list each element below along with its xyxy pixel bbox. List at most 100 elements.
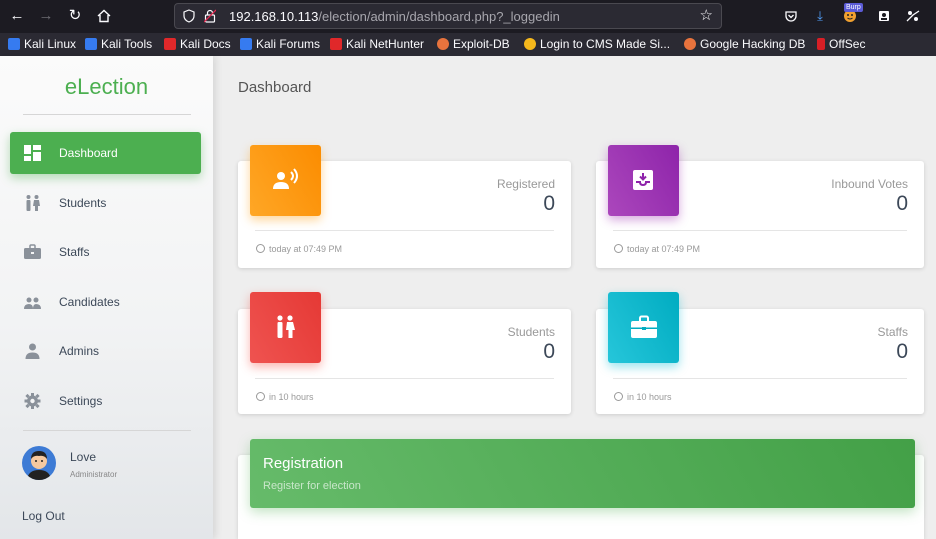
- page-title: Dashboard: [238, 79, 312, 96]
- kali-tools-icon: [85, 38, 97, 50]
- bookmark-exploit-db[interactable]: Exploit-DB: [437, 37, 510, 52]
- bookmark-google-hacking-db[interactable]: Google Hacking DB: [684, 37, 805, 52]
- divider: [255, 230, 554, 231]
- extensions-puzzle-icon[interactable]: [904, 7, 922, 25]
- card-footer: today at 07:49 PM: [256, 244, 342, 254]
- sidebar-item-label: Admins: [59, 344, 100, 358]
- sidebar-item-admins[interactable]: Admins: [10, 330, 201, 372]
- user-name[interactable]: Love: [70, 450, 96, 464]
- sidebar-item-settings[interactable]: Settings: [10, 380, 201, 422]
- url-host: 192.168.10.113: [229, 9, 319, 24]
- user-role: Administrator: [70, 470, 118, 479]
- burp-badge: Burp: [844, 3, 863, 12]
- bookmark-label: Kali NetHunter: [346, 37, 425, 51]
- card-value: 0: [896, 192, 908, 215]
- brand-logo[interactable]: eLection: [0, 74, 213, 100]
- card-category: Staffs: [877, 325, 908, 339]
- cms-made-simple-icon: [524, 38, 536, 50]
- sidebar-item-staffs[interactable]: Staffs: [10, 231, 201, 273]
- shield-icon[interactable]: [183, 7, 195, 28]
- registration-title: Registration: [263, 455, 344, 472]
- card-footer-text: today at 07:49 PM: [627, 244, 701, 254]
- avatar[interactable]: [22, 446, 56, 480]
- divider: [613, 378, 907, 379]
- sidebar-item-label: Staffs: [59, 245, 90, 259]
- card-category: Students: [507, 325, 555, 339]
- record-voice-icon: [250, 145, 321, 216]
- kali-forums-icon: [240, 38, 252, 50]
- card-footer-text: in 10 hours: [269, 392, 314, 402]
- inbox-icon: [608, 145, 679, 216]
- divider: [613, 230, 907, 231]
- extension-icon[interactable]: [875, 7, 893, 25]
- bookmark-cms-made-simple[interactable]: Login to CMS Made Si...: [524, 37, 670, 52]
- dashboard-icon: [24, 145, 41, 161]
- ghdb-icon: [684, 38, 696, 50]
- card-footer: in 10 hours: [614, 392, 672, 402]
- divider: [255, 378, 554, 379]
- sidebar-item-dashboard[interactable]: Dashboard: [10, 132, 201, 174]
- card-value: 0: [543, 192, 555, 215]
- url-text[interactable]: 192.168.10.113/election/admin/dashboard.…: [229, 9, 560, 24]
- sidebar-item-label: Dashboard: [59, 146, 118, 160]
- bookmark-kali-linux[interactable]: Kali Linux: [8, 37, 76, 52]
- bookmark-kali-tools[interactable]: Kali Tools: [85, 37, 152, 52]
- person-icon: [25, 343, 40, 359]
- card-category: Inbound Votes: [831, 177, 908, 191]
- bookmark-label: Kali Forums: [256, 37, 321, 51]
- clock-icon: [614, 392, 623, 401]
- clock-icon: [614, 244, 623, 253]
- bookmark-label: Kali Tools: [101, 37, 153, 51]
- sidebar-item-label: Students: [59, 196, 107, 210]
- reload-icon[interactable]: ↻: [64, 6, 86, 26]
- exploit-db-icon: [437, 38, 449, 50]
- bookmark-star-icon[interactable]: ☆: [700, 7, 713, 25]
- nethunter-icon: [330, 38, 342, 50]
- bookmark-label: Kali Docs: [180, 37, 231, 51]
- briefcase-icon: [24, 244, 41, 259]
- students-icon: [26, 195, 40, 211]
- forward-icon[interactable]: →: [35, 6, 57, 26]
- home-icon[interactable]: [93, 6, 115, 26]
- back-icon[interactable]: ←: [6, 6, 28, 26]
- bookmark-label: Google Hacking DB: [700, 37, 806, 51]
- sidebar-item-students[interactable]: Students: [10, 182, 201, 224]
- offsec-icon: [817, 38, 825, 50]
- sidebar-item-label: Candidates: [59, 295, 120, 309]
- url-path: /election/admin/dashboard.php?_loggedin: [318, 9, 560, 24]
- registration-subtitle: Register for election: [263, 480, 361, 492]
- card-category: Registered: [496, 177, 555, 191]
- address-bar[interactable]: 192.168.10.113/election/admin/dashboard.…: [174, 3, 722, 29]
- bookmarks-bar: Kali Linux Kali Tools Kali Docs Kali For…: [0, 33, 936, 56]
- clock-icon: [256, 244, 265, 253]
- registration-header: Registration Register for election: [250, 439, 915, 508]
- bookmark-label: Kali Linux: [24, 37, 77, 51]
- card-footer: in 10 hours: [256, 392, 314, 402]
- briefcase-icon: [608, 292, 679, 363]
- bookmark-label: OffSec: [829, 37, 866, 51]
- divider: [23, 430, 191, 431]
- kali-docs-icon: [164, 38, 176, 50]
- card-footer-text: in 10 hours: [627, 392, 672, 402]
- kali-dragon-icon: [8, 38, 20, 50]
- browser-toolbar: ← → ↻ 192.168.10.113/election/admin/dash…: [0, 0, 936, 33]
- sidebar-item-label: Settings: [59, 394, 103, 408]
- card-footer: today at 07:49 PM: [614, 244, 700, 254]
- bookmark-kali-forums[interactable]: Kali Forums: [240, 37, 320, 52]
- group-icon: [24, 297, 41, 309]
- bookmark-label: Login to CMS Made Si...: [540, 37, 671, 51]
- bookmark-offsec[interactable]: OffSec: [817, 37, 865, 52]
- pocket-icon[interactable]: [782, 7, 800, 25]
- gear-icon: [24, 393, 41, 409]
- bookmark-kali-docs[interactable]: Kali Docs: [164, 37, 231, 52]
- logout-link[interactable]: Log Out: [22, 509, 65, 523]
- insecure-lock-icon[interactable]: [203, 7, 217, 28]
- card-footer-text: today at 07:49 PM: [269, 244, 343, 254]
- downloads-icon[interactable]: ⤓: [811, 7, 829, 25]
- bookmark-label: Exploit-DB: [453, 37, 510, 51]
- card-value: 0: [896, 340, 908, 363]
- bookmark-kali-nethunter[interactable]: Kali NetHunter: [330, 37, 424, 52]
- card-value: 0: [543, 340, 555, 363]
- sidebar-item-candidates[interactable]: Candidates: [10, 281, 201, 323]
- students-icon: [250, 292, 321, 363]
